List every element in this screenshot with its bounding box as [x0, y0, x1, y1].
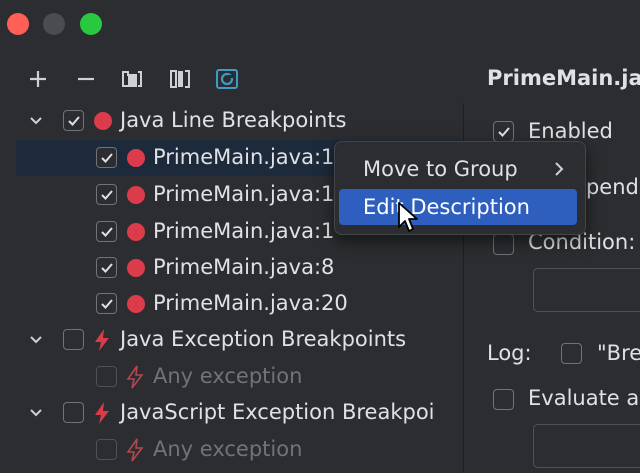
log-message-checkbox[interactable] — [561, 343, 582, 364]
item-checkbox[interactable] — [96, 366, 117, 387]
breakpoint-dot-icon — [127, 223, 145, 241]
group-label: Java Line Breakpoints — [120, 108, 347, 132]
menu-item-move-to-group[interactable]: Move to Group — [339, 151, 577, 187]
log-message-label: "Bre — [597, 341, 640, 365]
breakpoint-dot-icon — [127, 295, 145, 313]
tree-group-java-exception-breakpoints[interactable]: Java Exception Breakpoints — [16, 322, 463, 358]
checkmark-icon — [100, 189, 113, 200]
item-checkbox[interactable] — [96, 221, 117, 242]
details-title: PrimeMain.ja — [487, 66, 640, 90]
remove-icon[interactable] — [72, 66, 100, 92]
menu-item-edit-description[interactable]: Edit Description — [339, 189, 577, 225]
condition-input[interactable] — [533, 268, 640, 312]
exception-bolt-icon — [95, 402, 109, 424]
item-checkbox[interactable] — [96, 147, 117, 168]
checkmark-icon — [100, 152, 113, 163]
group-by-package-icon[interactable] — [118, 66, 146, 92]
item-checkbox[interactable] — [96, 184, 117, 205]
chevron-down-icon[interactable] — [28, 405, 44, 421]
breakpoint-dot-icon — [127, 149, 145, 167]
tree-item-breakpoint[interactable]: PrimeMain.java:8 — [16, 250, 463, 286]
exception-bolt-icon — [95, 329, 109, 351]
item-label: PrimeMain.java:1 — [153, 145, 335, 169]
item-checkbox[interactable] — [96, 293, 117, 314]
evaluate-checkbox[interactable] — [493, 389, 514, 410]
item-checkbox[interactable] — [96, 439, 117, 460]
item-label: PrimeMain.java:1 — [153, 182, 335, 206]
log-label: Log: — [487, 341, 532, 365]
checkmark-icon — [497, 126, 510, 137]
item-label: Any exception — [153, 437, 303, 461]
item-label: PrimeMain.java:20 — [153, 291, 348, 315]
breakpoint-dot-icon — [127, 186, 145, 204]
evaluate-label: Evaluate a — [528, 386, 640, 410]
exception-bolt-outline-icon — [126, 365, 144, 389]
context-menu: Move to Group Edit Description — [334, 141, 586, 235]
item-label: PrimeMain.java:8 — [153, 255, 335, 279]
enabled-label: Enabled — [528, 119, 613, 143]
chevron-down-icon[interactable] — [28, 332, 44, 348]
group-checkbox[interactable] — [63, 402, 84, 423]
menu-item-label: Edit Description — [363, 195, 530, 219]
enabled-checkbox[interactable] — [493, 121, 514, 142]
menu-item-label: Move to Group — [363, 157, 518, 181]
tree-group-javascript-exception-breakpoints[interactable]: JavaScript Exception Breakpoi — [16, 395, 463, 431]
breakpoint-dot-icon — [127, 259, 145, 277]
breakpoint-dot-icon — [94, 112, 112, 130]
add-icon[interactable] — [24, 66, 52, 92]
group-label: Java Exception Breakpoints — [120, 327, 407, 351]
checkmark-icon — [100, 298, 113, 309]
restore-icon[interactable] — [213, 66, 241, 92]
checkmark-icon — [100, 262, 113, 273]
close-window-button[interactable] — [7, 13, 29, 35]
group-by-class-icon[interactable] — [166, 66, 194, 92]
tree-item-exception[interactable]: Any exception — [16, 359, 463, 395]
tree-group-java-line-breakpoints[interactable]: Java Line Breakpoints — [16, 103, 463, 139]
checkmark-icon — [100, 226, 113, 237]
chevron-down-icon[interactable] — [28, 113, 44, 129]
item-label: PrimeMain.java:1 — [153, 219, 335, 243]
group-checkbox[interactable] — [63, 110, 84, 131]
item-checkbox[interactable] — [96, 257, 117, 278]
item-label: Any exception — [153, 364, 303, 388]
exception-bolt-outline-icon — [126, 438, 144, 462]
condition-checkbox[interactable] — [493, 234, 514, 255]
group-checkbox[interactable] — [63, 329, 84, 350]
title-bar — [0, 0, 640, 50]
checkmark-icon — [67, 115, 80, 126]
chevron-right-icon — [555, 162, 564, 176]
maximize-window-button[interactable] — [80, 13, 102, 35]
group-label: JavaScript Exception Breakpoi — [120, 400, 435, 424]
tree-item-breakpoint[interactable]: PrimeMain.java:20 — [16, 286, 463, 322]
tree-item-exception[interactable]: Any exception — [16, 432, 463, 468]
evaluate-input[interactable] — [533, 424, 640, 468]
minimize-window-button[interactable] — [43, 13, 65, 35]
mouse-pointer-icon — [398, 202, 418, 232]
